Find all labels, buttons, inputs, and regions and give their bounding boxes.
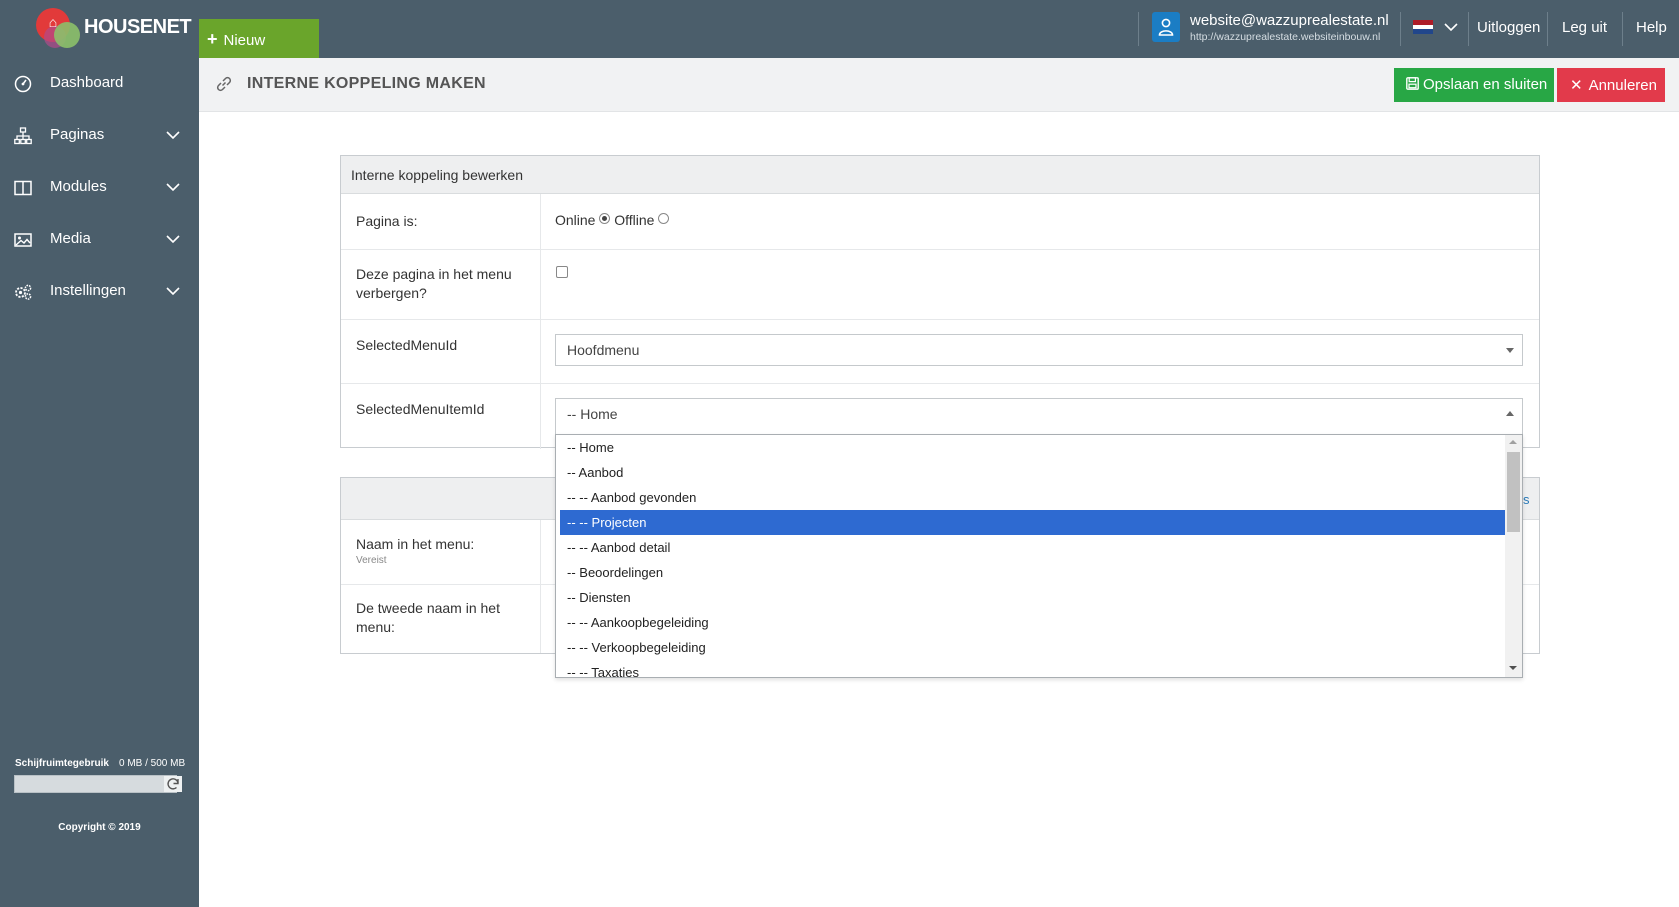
dropdown-option[interactable]: -- -- Verkoopbegeleiding xyxy=(560,635,1505,660)
new-button[interactable]: + Nieuw xyxy=(199,19,319,58)
cancel-button[interactable]: ✕ Annuleren xyxy=(1557,68,1665,102)
menu-item-select[interactable]: -- Home xyxy=(555,398,1523,434)
hide-menu-row: Deze pagina in het menu verbergen? xyxy=(341,250,1539,320)
dropdown-option[interactable]: -- Home xyxy=(560,435,1505,460)
refresh-icon[interactable] xyxy=(164,776,182,792)
chevron-down-icon xyxy=(166,287,180,296)
chevron-down-icon xyxy=(166,235,180,244)
close-icon: ✕ xyxy=(1570,77,1583,94)
copyright: Copyright © 2019 xyxy=(58,822,141,833)
scroll-down-arrow-icon[interactable] xyxy=(1509,666,1517,670)
sidebar-item-paginas[interactable]: Paginas xyxy=(0,110,199,162)
online-label: Online xyxy=(555,212,596,228)
page-status-label: Pagina is: xyxy=(356,213,418,229)
housenet-logo[interactable]: ⌂ HOUSENET xyxy=(32,6,192,50)
sidebar-item-modules[interactable]: Modules xyxy=(0,162,199,214)
offline-radio[interactable] xyxy=(658,213,670,224)
chevron-down-icon[interactable] xyxy=(1443,17,1459,37)
user-email: website@wazzuprealestate.nl xyxy=(1190,12,1389,29)
plus-icon: + xyxy=(207,29,218,49)
top-bar: ⌂ HOUSENET + Nieuw website@wazzuprealesta… xyxy=(0,0,1679,58)
sitemap-icon xyxy=(14,127,32,145)
columns-icon xyxy=(14,180,32,196)
menu-item-label: SelectedMenuItemId xyxy=(356,401,485,417)
menu-id-select[interactable]: Hoofdmenu xyxy=(555,334,1523,366)
page-title: INTERNE KOPPELING MAKEN xyxy=(247,75,486,92)
disk-usage-value: 0 MB / 500 MB xyxy=(119,758,186,769)
menu-id-value: Hoofdmenu xyxy=(567,342,640,358)
divider xyxy=(1547,12,1548,46)
user-url: http://wazzuprealestate.websiteinbouw.nl xyxy=(1190,31,1381,43)
dropdown-option[interactable]: -- Diensten xyxy=(560,585,1505,610)
sidebar-item-instellingen[interactable]: Instellingen xyxy=(0,266,199,318)
menu-item-value: -- Home xyxy=(567,406,618,422)
link-icon xyxy=(216,76,232,92)
divider xyxy=(1622,12,1623,46)
page-status-row: Pagina is: Online Offline xyxy=(341,194,1539,250)
scroll-up-arrow-icon[interactable] xyxy=(1509,440,1517,444)
offline-label: Offline xyxy=(614,212,655,228)
help-link[interactable]: Help xyxy=(1636,19,1667,36)
divider xyxy=(1400,12,1401,46)
dropdown-option[interactable]: -- -- Taxaties xyxy=(560,660,1505,677)
required-hint: Vereist xyxy=(356,555,387,566)
partial-link[interactable]: s xyxy=(1523,492,1530,507)
save-icon xyxy=(1406,77,1419,90)
divider xyxy=(1468,12,1469,46)
scrollbar-thumb[interactable] xyxy=(1507,452,1520,532)
second-name-label: De tweede naam in het menu: xyxy=(356,600,500,635)
menu-item-dropdown-list[interactable]: -- Home -- Aanbod -- -- Aanbod gevonden … xyxy=(555,434,1523,678)
sidebar-item-label: Modules xyxy=(50,178,107,195)
dropdown-option[interactable]: -- Aanbod xyxy=(560,460,1505,485)
menu-id-label: SelectedMenuId xyxy=(356,337,458,353)
online-radio[interactable] xyxy=(599,213,611,224)
sidebar-item-dashboard[interactable]: Dashboard xyxy=(0,58,199,110)
caret-down-icon xyxy=(1506,348,1514,353)
dropdown-option[interactable]: -- -- Aankoopbegeleiding xyxy=(560,610,1505,635)
dashboard-icon xyxy=(14,75,32,93)
dropdown-scrollbar[interactable] xyxy=(1505,435,1522,677)
leg-uit-link[interactable]: Leg uit xyxy=(1562,19,1607,36)
status-radio-group: Online Offline xyxy=(555,212,670,228)
chevron-down-icon xyxy=(166,183,180,192)
sidebar-item-label: Paginas xyxy=(50,126,105,143)
menu-name-label: Naam in het menu: xyxy=(356,536,475,552)
hide-menu-label: Deze pagina in het menu verbergen? xyxy=(356,266,512,301)
sidebar-item-label: Instellingen xyxy=(50,282,126,299)
disk-usage-label: Schijfruimtegebruik xyxy=(15,758,109,769)
language-flag-icon[interactable] xyxy=(1413,20,1433,34)
house-icon: ⌂ xyxy=(48,14,58,30)
disk-usage-bar xyxy=(14,775,177,793)
page-header: INTERNE KOPPELING MAKEN Opslaan en sluit… xyxy=(199,58,1679,112)
panel-title: Interne koppeling bewerken xyxy=(341,156,1539,194)
logout-link[interactable]: Uitloggen xyxy=(1477,19,1540,36)
dropdown-option-highlighted[interactable]: -- -- Projecten xyxy=(560,510,1505,535)
save-and-close-button[interactable]: Opslaan en sluiten xyxy=(1394,68,1554,102)
image-icon xyxy=(14,233,32,247)
dropdown-option[interactable]: -- -- Aanbod detail xyxy=(560,535,1505,560)
brand-name: HOUSENET xyxy=(84,16,192,38)
dropdown-option[interactable]: -- -- Aanbod gevonden xyxy=(560,485,1505,510)
sidebar-item-label: Dashboard xyxy=(50,74,124,91)
caret-up-icon xyxy=(1506,411,1514,416)
sidebar-item-media[interactable]: Media xyxy=(0,214,199,266)
hide-menu-checkbox[interactable] xyxy=(556,266,568,278)
cogs-icon xyxy=(15,284,32,300)
user-icon xyxy=(1152,12,1180,42)
divider xyxy=(1138,12,1139,46)
dropdown-option[interactable]: -- Beoordelingen xyxy=(560,560,1505,585)
sidebar-item-label: Media xyxy=(50,230,91,247)
chevron-down-icon xyxy=(166,131,180,140)
